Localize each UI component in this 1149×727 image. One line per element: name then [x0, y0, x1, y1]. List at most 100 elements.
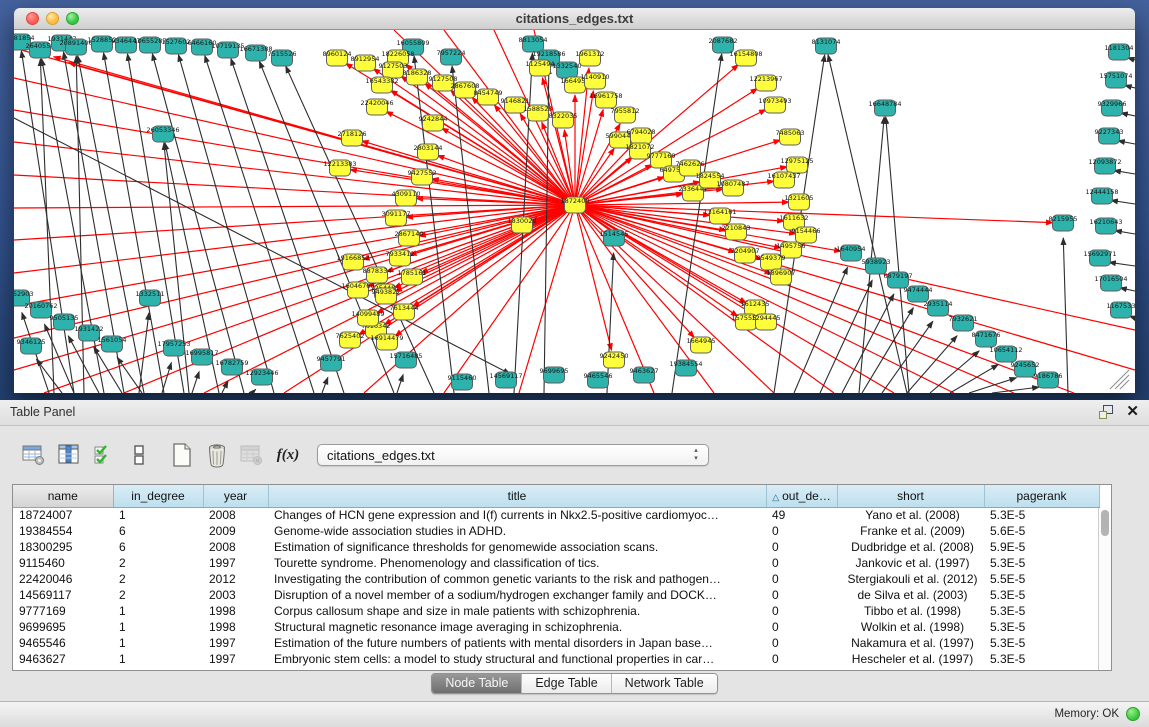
delete-table-button	[236, 439, 268, 471]
node-label: 2803144	[414, 144, 443, 152]
table-panel: Table Panel ✕	[0, 400, 1149, 727]
node-label: 1294445	[752, 314, 781, 322]
clear-selection-button[interactable]	[123, 439, 155, 471]
node-label: 1181304	[1105, 44, 1134, 52]
function-builder-button[interactable]: f(x)	[271, 447, 305, 464]
table-panel-title: Table Panel	[10, 405, 75, 419]
node-label: 12093872	[1088, 158, 1121, 166]
node-label: 7204907	[731, 247, 760, 255]
table-settings-icon	[22, 443, 46, 467]
node-label: 18226058	[381, 50, 414, 58]
node-label: 16055809	[396, 39, 429, 47]
node-label: 2718126	[338, 130, 367, 138]
node-label: 6794028	[627, 128, 656, 136]
node-label: 15716485	[389, 352, 422, 360]
column-header-short[interactable]: short	[837, 485, 984, 507]
column-header-pagerank[interactable]: pagerank	[984, 485, 1099, 507]
column-header-title[interactable]: title	[268, 485, 766, 507]
node-label: 16046766	[341, 282, 374, 290]
table-vertical-scrollbar[interactable]	[1098, 508, 1111, 670]
table-row[interactable]: 2242004622012Investigating the contribut…	[13, 571, 1099, 587]
node-label: 1611632	[780, 214, 809, 222]
node-label: 9154466	[792, 227, 821, 235]
table-row[interactable]: 946362711997Embryonic stem cells: a mode…	[13, 651, 1099, 667]
column-header-in_degree[interactable]: in_degree	[113, 485, 203, 507]
column-header-out_de[interactable]: △out_de…	[766, 485, 837, 507]
node-label: 9115460	[448, 374, 477, 382]
delete-rows-button[interactable]	[201, 439, 233, 471]
node-label: 17016504	[1094, 275, 1127, 283]
node-label: 1931422	[75, 325, 104, 333]
node-label: 7462626	[676, 160, 705, 168]
select-columns-button[interactable]	[53, 439, 85, 471]
node-label: 8912954	[351, 55, 380, 63]
table-row[interactable]: 1456911722003Disruption of a novel membe…	[13, 587, 1099, 603]
node-label: 7957224	[437, 49, 466, 57]
select-columns-icon	[57, 443, 81, 467]
node-label: 13164161	[703, 208, 736, 216]
node-label: 1830029	[508, 217, 537, 225]
node-label: 16961758	[589, 92, 622, 100]
new-table-button[interactable]	[166, 439, 198, 471]
node-label: 9427552	[408, 169, 437, 177]
memory-status-label: Memory: OK	[1054, 708, 1119, 720]
tab-edge-table[interactable]: Edge Table	[522, 674, 611, 693]
tab-node-table[interactable]: Node Table	[432, 674, 522, 693]
network-view-canvas[interactable]: 1881854264055719314472089140615288529346…	[14, 30, 1135, 393]
memory-status-indicator[interactable]	[1126, 707, 1140, 721]
node-label: 7515526	[268, 50, 297, 58]
float-window-icon[interactable]	[1099, 405, 1114, 419]
node-label: 9245652	[1011, 361, 1040, 369]
node-label: 12213967	[749, 75, 782, 83]
table-row[interactable]: 911546021997Tourette syndrome. Phenomeno…	[13, 555, 1099, 571]
node-label: 1561054	[98, 336, 127, 344]
node-label: 8878334	[363, 267, 392, 275]
node-label: 1495756	[777, 242, 806, 250]
column-header-year[interactable]: year	[203, 485, 268, 507]
node-label: 7613444	[390, 304, 419, 312]
table-row[interactable]: 977716911998Corpus callosum shape and si…	[13, 603, 1099, 619]
citation-network-graph[interactable]: 1881854264055719314472089140615288529346…	[14, 30, 1135, 393]
node-label: 17957253	[157, 340, 190, 348]
node-label: 4309110	[392, 190, 421, 198]
table-row[interactable]: 1872400712008Changes of HCN gene express…	[13, 507, 1099, 523]
node-label: 1872400	[561, 197, 590, 205]
node-label: 8960124	[323, 50, 352, 58]
node-label: 8454749	[474, 89, 503, 97]
node-label: 1824554	[696, 172, 725, 180]
row-checkmarks-button[interactable]	[88, 439, 120, 471]
sort-ascending-icon: △	[772, 492, 779, 502]
node-label: 9329966	[1098, 100, 1127, 108]
node-label: 8813054	[519, 36, 548, 44]
scrollbar-thumb[interactable]	[1101, 510, 1109, 536]
node-label: 1785161	[398, 269, 427, 277]
node-label: 12213383	[323, 160, 356, 168]
table-row[interactable]: 1938455462009Genome-wide association stu…	[13, 523, 1099, 539]
node-label: 9457791	[317, 355, 346, 363]
table-settings-button[interactable]	[18, 439, 50, 471]
node-label: 10973493	[758, 97, 791, 105]
table-row[interactable]: 946554611997Estimation of the future num…	[13, 635, 1099, 651]
node-label: 1612435	[741, 300, 770, 308]
node-label: 14099489	[351, 310, 384, 318]
node-label: 7625402	[336, 332, 365, 340]
close-panel-icon[interactable]: ✕	[1126, 404, 1139, 420]
node-label: 8549379	[757, 254, 786, 262]
node-label: 15692971	[1083, 250, 1116, 258]
table-row[interactable]: 1830029562008Estimation of significance …	[13, 539, 1099, 555]
node-label: 16543382	[365, 77, 398, 85]
node-label: 5938923	[862, 258, 891, 266]
cytoscape-desktop: citations_edges.txt 18818542640557193144…	[0, 0, 1149, 400]
network-window-titlebar[interactable]: citations_edges.txt	[14, 8, 1135, 30]
node-label: 7955812	[611, 107, 640, 115]
table-row[interactable]: 969969511998Structural magnetic resonanc…	[13, 619, 1099, 635]
node-label: 7933412	[386, 250, 415, 258]
column-header-name[interactable]: name	[13, 485, 113, 507]
node-label: 1332540	[553, 62, 582, 70]
node-label: 9186786	[1034, 372, 1063, 380]
table-toolbar: f(x) citations_edges.txt ▴▾	[18, 432, 709, 478]
dropdown-stepper-icon: ▴▾	[691, 447, 701, 463]
tab-network-table[interactable]: Network Table	[612, 674, 717, 693]
node-label: 16154808	[729, 50, 762, 58]
table-selector-dropdown[interactable]: citations_edges.txt ▴▾	[317, 444, 709, 466]
